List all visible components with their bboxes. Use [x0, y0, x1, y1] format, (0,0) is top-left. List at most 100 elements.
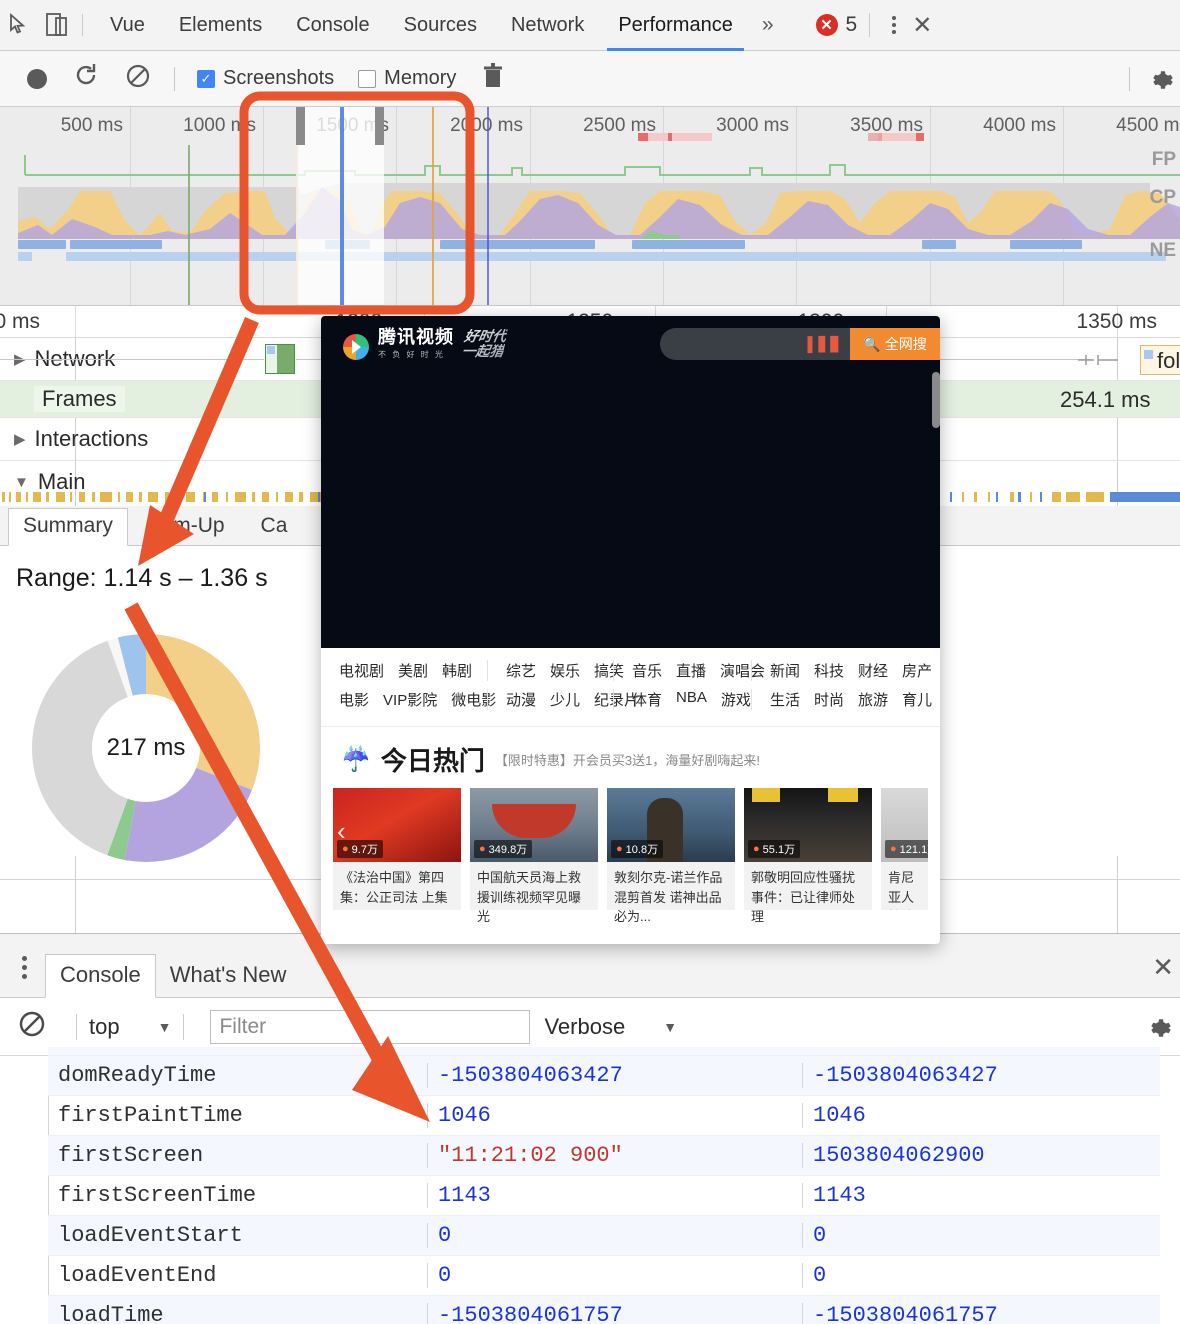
- clear-console-icon[interactable]: [18, 1010, 46, 1043]
- gear-icon[interactable]: [1146, 66, 1174, 99]
- tab-console[interactable]: Console: [279, 0, 386, 51]
- nav-link[interactable]: 动漫: [506, 689, 536, 710]
- screenshots-checkbox[interactable]: Screenshots: [197, 67, 334, 90]
- record-circle-icon[interactable]: [27, 68, 47, 89]
- network-request-chip[interactable]: fol: [1140, 345, 1180, 375]
- close-icon[interactable]: ✕: [906, 11, 938, 40]
- kebab-menu-icon[interactable]: [22, 956, 27, 979]
- tab-call-tree[interactable]: Ca: [247, 509, 302, 545]
- tab-vue[interactable]: Vue: [93, 0, 162, 51]
- clear-icon[interactable]: [125, 63, 151, 94]
- request-priority-swatch: [1144, 350, 1153, 359]
- tv-nav-group: 电影 VIP影院 微电影: [339, 689, 496, 710]
- tv-card[interactable]: ● 55.1万 郭敬明回应性骚扰事件：已让律师处理: [744, 788, 872, 924]
- nav-link[interactable]: 韩剧: [442, 660, 472, 681]
- tick-label: 0 ms: [0, 310, 40, 333]
- tab-network[interactable]: Network: [494, 0, 601, 51]
- table-row[interactable]: domReadyTime -1503804063427 -15038040634…: [48, 1056, 1160, 1096]
- row-key: loadEventStart: [48, 1223, 428, 1248]
- nav-link[interactable]: 娱乐: [550, 660, 580, 681]
- tv-card[interactable]: ●121.1万 肯尼亚人抢垃圾车一到便遭哄抢: [881, 788, 928, 910]
- performance-overview[interactable]: 500 ms 1000 ms 1500 ms 2000 ms 2500 ms 3…: [0, 107, 1180, 305]
- scrollbar-thumb[interactable]: [932, 372, 940, 428]
- table-row[interactable]: firstPaintTime 1046 1046: [48, 1096, 1160, 1136]
- search-input[interactable]: ▌▋▊: [660, 328, 850, 360]
- tab-elements[interactable]: Elements: [162, 0, 279, 51]
- checkbox-box: [358, 69, 377, 88]
- chevron-left-icon[interactable]: ‹: [337, 816, 346, 847]
- gear-icon[interactable]: [1144, 1014, 1172, 1047]
- nav-link[interactable]: 综艺: [506, 660, 536, 681]
- nav-link[interactable]: 育儿: [902, 689, 932, 710]
- table-row[interactable]: loadTime -1503804061757 -1503804061757: [48, 1296, 1160, 1324]
- trash-icon[interactable]: [482, 63, 504, 94]
- nav-link[interactable]: NBA: [676, 689, 707, 710]
- screenshot-preview-popup[interactable]: 腾讯视频 不 负 好 时 光 好时代 一起猎 ▌▋▊ 🔍 全网搜 电视剧 美剧 …: [321, 316, 940, 944]
- toolbar-divider: [76, 1013, 77, 1040]
- tab-performance[interactable]: Performance: [601, 0, 750, 51]
- playhead[interactable]: [340, 107, 344, 305]
- table-row[interactable]: loadEventStart 0 0: [48, 1216, 1160, 1256]
- filter-input[interactable]: Filter: [210, 1009, 531, 1044]
- selection-right-handle[interactable]: [375, 107, 384, 145]
- log-level-selector[interactable]: Verbose ▼: [544, 1014, 677, 1040]
- tv-search-bar[interactable]: ▌▋▊ 🔍 全网搜: [660, 328, 940, 360]
- reload-record-icon[interactable]: [73, 62, 99, 95]
- nav-link[interactable]: 新闻: [770, 660, 800, 681]
- inspect-cursor-icon[interactable]: [0, 5, 38, 45]
- more-tabs-icon[interactable]: »: [750, 13, 786, 37]
- chevron-down-icon[interactable]: ▼: [14, 474, 29, 491]
- load-marker: [487, 107, 489, 305]
- nav-link[interactable]: 美剧: [398, 660, 428, 681]
- nav-link[interactable]: 旅游: [858, 689, 888, 710]
- table-row[interactable]: firstScreenTime 1143 1143: [48, 1176, 1160, 1216]
- tab-console[interactable]: Console: [45, 954, 156, 998]
- tab-whats-new[interactable]: What's New: [156, 955, 301, 997]
- tv-card[interactable]: ● 349.8万 中国航天员海上救援训练视频罕见曝光: [470, 788, 598, 924]
- nav-link[interactable]: 科技: [814, 660, 844, 681]
- tv-logo[interactable]: 腾讯视频 不 负 好 时 光 好时代 一起猎: [343, 328, 505, 360]
- console-object-table[interactable]: domReadyTime -1503804063427 -15038040634…: [48, 1056, 1160, 1324]
- fps-lane-label: FP: [1151, 149, 1176, 170]
- track-frames-label: Frames: [34, 386, 125, 412]
- nav-link[interactable]: 房产: [902, 660, 932, 681]
- close-icon[interactable]: ✕: [1152, 952, 1174, 983]
- row-value-1: 1046: [428, 1103, 803, 1128]
- context-selector[interactable]: top ▼: [89, 1014, 171, 1040]
- nav-link[interactable]: 时尚: [814, 689, 844, 710]
- equalizer-icon: ▌▋▊: [807, 336, 842, 352]
- chevron-right-icon[interactable]: ▶: [14, 430, 26, 448]
- nav-link[interactable]: 电影: [339, 689, 369, 710]
- tv-card-title: 《法治中国》第四集：公正司法 上集: [333, 862, 461, 910]
- nav-link[interactable]: 电视剧: [339, 660, 384, 681]
- network-request-bar[interactable]: [265, 344, 295, 374]
- tv-promo-banner[interactable]: 好时代 一起猎: [460, 329, 507, 360]
- error-indicator[interactable]: ✕ 5: [815, 13, 857, 37]
- tab-summary[interactable]: Summary: [8, 508, 128, 546]
- table-row[interactable]: loadEventEnd 0 0: [48, 1256, 1160, 1296]
- nav-link[interactable]: 直播: [676, 660, 706, 681]
- row-value-1: -1503804061757: [428, 1303, 803, 1324]
- network-timing-whisker: [1078, 355, 1118, 365]
- nav-link[interactable]: 生活: [770, 689, 800, 710]
- tv-card[interactable]: ● 9.7万 《法治中国》第四集：公正司法 上集: [333, 788, 461, 910]
- nav-link[interactable]: 游戏: [721, 689, 751, 710]
- tv-card[interactable]: ● 10.8万 敦刻尔克-诺兰作品混剪首发 诺神出品必为...: [607, 788, 735, 924]
- tab-sources[interactable]: Sources: [387, 0, 494, 51]
- device-toggle-icon[interactable]: [38, 5, 76, 45]
- toolbar-divider: [174, 66, 175, 91]
- selection-left-handle[interactable]: [296, 107, 305, 145]
- nav-link[interactable]: 少儿: [550, 689, 580, 710]
- tab-bottom-up[interactable]: ttom-Up: [136, 509, 239, 545]
- nav-link[interactable]: 财经: [858, 660, 888, 681]
- memory-checkbox[interactable]: Memory: [358, 67, 456, 90]
- table-row[interactable]: firstScreen "11:21:02 900" 1503804062900: [48, 1136, 1160, 1176]
- nav-link[interactable]: 体育: [632, 689, 662, 710]
- console-drawer: Console What's New ✕ top ▼ Filter Verbos…: [0, 933, 1180, 1324]
- nav-link[interactable]: VIP影院: [383, 689, 437, 710]
- search-button[interactable]: 🔍 全网搜: [850, 328, 940, 360]
- kebab-menu-icon[interactable]: [882, 12, 906, 38]
- nav-link[interactable]: 音乐: [632, 660, 662, 681]
- toolbar-divider: [82, 14, 83, 36]
- tv-card-title: 敦刻尔克-诺兰作品混剪首发 诺神出品必为...: [607, 862, 735, 924]
